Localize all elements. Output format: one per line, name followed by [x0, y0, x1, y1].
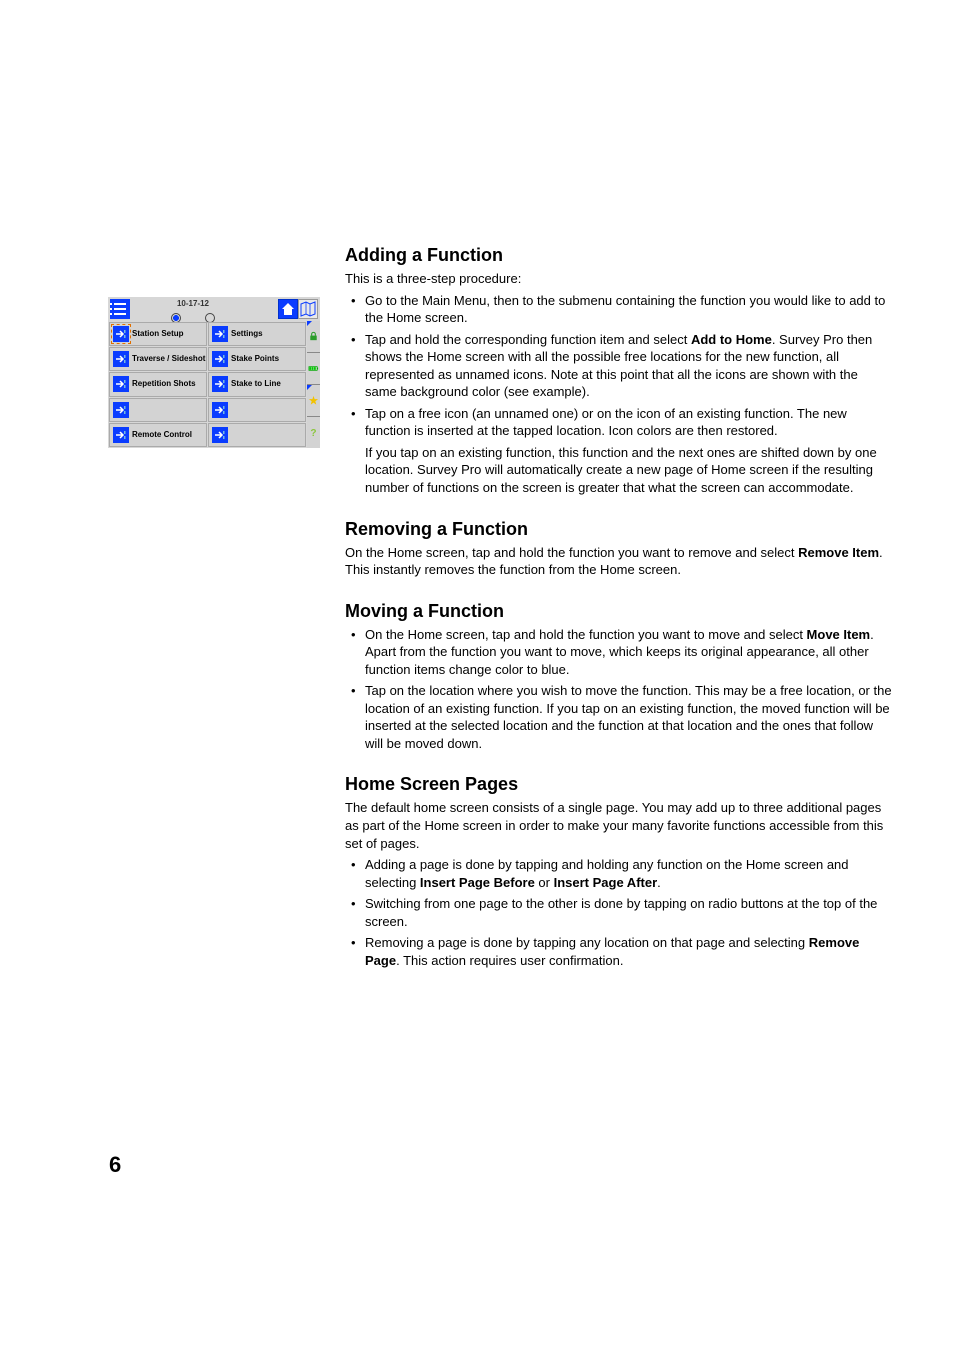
adding-b2: Tap and hold the corresponding function …: [345, 331, 892, 401]
mock-header: 10-17-12: [108, 297, 320, 321]
arrow-icon: [212, 402, 228, 418]
moving-b2: Tap on the location where you wish to mo…: [345, 682, 892, 752]
arrow-icon: [212, 376, 228, 392]
heading-adding: Adding a Function: [345, 245, 892, 266]
pages-list: Adding a page is done by tapping and hol…: [345, 856, 892, 969]
removing-p: On the Home screen, tap and hold the fun…: [345, 544, 892, 579]
pages-b2: Switching from one page to the other is …: [345, 895, 892, 930]
heading-pages: Home Screen Pages: [345, 774, 892, 795]
fn-empty-10: [208, 423, 306, 447]
arrow-icon: [113, 402, 129, 418]
mock-sidebar: ?: [307, 321, 320, 448]
side-battery-icon: [307, 352, 320, 384]
map-icon: [298, 299, 318, 319]
fn-empty-7: [109, 398, 207, 422]
arrow-icon: [113, 376, 129, 392]
adding-list: Go to the Main Menu, then to the submenu…: [345, 292, 892, 497]
side-help-icon: ?: [307, 416, 320, 448]
fn-stake-points: Stake Points: [208, 347, 306, 371]
arrow-icon: [212, 326, 228, 342]
adding-intro: This is a three-step procedure:: [345, 270, 892, 288]
mock-grid: Station Setup Settings Traverse / Sidesh…: [108, 321, 307, 448]
moving-list: On the Home screen, tap and hold the fun…: [345, 626, 892, 753]
side-lock-icon: [307, 321, 320, 352]
arrow-icon: [212, 351, 228, 367]
adding-b3: Tap on a free icon (an unnamed one) or o…: [345, 405, 892, 497]
fn-stake-line: Stake to Line: [208, 372, 306, 396]
fn-repetition: Repetition Shots: [109, 372, 207, 396]
moving-b1: On the Home screen, tap and hold the fun…: [345, 626, 892, 679]
pages-b1: Adding a page is done by tapping and hol…: [345, 856, 892, 891]
main-content: Adding a Function This is a three-step p…: [345, 245, 892, 973]
pages-b3: Removing a page is done by tapping any l…: [345, 934, 892, 969]
fn-remote: Remote Control: [109, 423, 207, 447]
home-icon: [278, 299, 298, 319]
adding-b1: Go to the Main Menu, then to the submenu…: [345, 292, 892, 327]
fn-station-setup: Station Setup: [109, 322, 207, 346]
arrow-icon: [113, 351, 129, 367]
svg-text:?: ?: [310, 428, 316, 438]
fn-settings: Settings: [208, 322, 306, 346]
arrow-icon: [113, 326, 129, 342]
page-number: 6: [109, 1152, 121, 1178]
arrow-icon: [212, 427, 228, 443]
heading-moving: Moving a Function: [345, 601, 892, 622]
mock-date: 10-17-12: [108, 299, 278, 308]
home-screen-example: 10-17-12 Station Setup Settings: [108, 297, 320, 448]
fn-traverse: Traverse / Sideshot: [109, 347, 207, 371]
heading-removing: Removing a Function: [345, 519, 892, 540]
arrow-icon: [113, 427, 129, 443]
side-star-icon: [307, 384, 320, 416]
pages-p1: The default home screen consists of a si…: [345, 799, 892, 852]
fn-empty-8: [208, 398, 306, 422]
